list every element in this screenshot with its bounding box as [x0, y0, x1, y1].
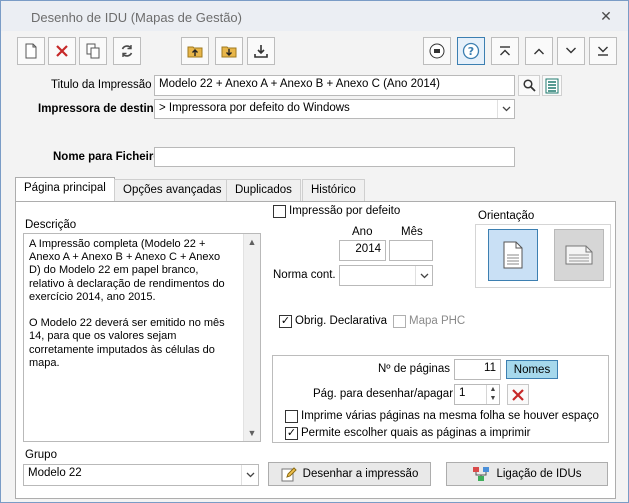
permite-escolher-label: Permite escolher quais as páginas a impr…: [301, 427, 531, 439]
titulo-label: Titulo da Impressão: [51, 79, 152, 91]
search-icon: [522, 79, 536, 92]
obrig-declarativa-checkbox[interactable]: ✓: [279, 315, 292, 328]
mapa-phc-label: Mapa PHC: [409, 315, 466, 327]
descricao-label: Descrição: [25, 219, 77, 231]
mapa-phc-checkbox[interactable]: [393, 315, 406, 328]
chevron-down-icon: [415, 266, 432, 285]
tab-historico[interactable]: Histórico: [302, 179, 365, 201]
imprime-varias-label: Imprime várias páginas na mesma folha se…: [301, 410, 599, 422]
norma-select[interactable]: [339, 265, 433, 286]
descricao-text: A Impressão completa (Modelo 22 + Anexo …: [29, 238, 225, 369]
ficheiro-label: Nome para Ficheiro: [53, 151, 161, 163]
ano-label: Ano: [352, 226, 373, 238]
tab-duplicados[interactable]: Duplicados: [226, 179, 301, 201]
next-record-button[interactable]: [557, 37, 585, 65]
delete-icon: [512, 388, 524, 401]
ligacao-label: Ligação de IDUs: [496, 468, 582, 480]
tab-pagina-principal[interactable]: Página principal: [15, 177, 115, 202]
impressao-defeito-checkbox[interactable]: [273, 205, 286, 218]
upload-icon: [187, 46, 203, 58]
new-document-button[interactable]: [17, 37, 45, 65]
obrig-declarativa-label: Obrig. Declarativa: [295, 315, 388, 327]
impressao-defeito-label: Impressão por defeito: [289, 205, 401, 217]
spin-down-icon[interactable]: ▼: [490, 395, 497, 402]
norma-label: Norma cont.: [273, 269, 336, 281]
mes-label: Mês: [401, 226, 423, 238]
refresh-button[interactable]: [113, 37, 141, 65]
upload-button[interactable]: [181, 37, 209, 65]
impressora-value: > Impressora por defeito do Windows: [159, 102, 350, 114]
clear-page-button[interactable]: [507, 384, 529, 405]
chevron-down-icon: [497, 100, 514, 118]
next-icon: [566, 47, 576, 54]
grupo-label: Grupo: [25, 449, 57, 461]
last-icon: [598, 46, 608, 56]
refresh-icon: [121, 45, 133, 57]
ligacao-button[interactable]: Ligação de IDUs: [446, 462, 608, 486]
mes-input[interactable]: [389, 240, 433, 261]
svg-text:?: ?: [468, 45, 474, 58]
help-button[interactable]: ?: [457, 37, 485, 65]
list-icon: [545, 78, 559, 93]
chevron-down-icon: [241, 465, 258, 485]
download-button[interactable]: [247, 37, 275, 65]
scroll-up-icon[interactable]: ▲: [244, 234, 260, 250]
titulo-input[interactable]: Modelo 22 + Anexo A + Anexo B + Anexo C …: [154, 75, 515, 96]
previous-icon: [534, 48, 544, 55]
download-icon: [254, 45, 268, 58]
descricao-scrollbar[interactable]: ▲ ▼: [243, 234, 260, 441]
delete-icon: [56, 45, 68, 57]
grupo-select[interactable]: Modelo 22: [23, 464, 259, 486]
window-title: Desenho de IDU (Mapas de Gestão): [31, 10, 242, 25]
ficheiro-input[interactable]: [154, 147, 515, 167]
desenhar-label: Desenhar a impressão: [302, 468, 419, 480]
new-document-icon: [25, 43, 37, 59]
impressora-label: Impressora de destino: [38, 103, 161, 115]
portrait-option[interactable]: [488, 229, 538, 281]
pag-desenhar-input[interactable]: 1 ▲ ▼: [454, 384, 500, 405]
title-bar: Desenho de IDU (Mapas de Gestão) ✕: [1, 1, 628, 31]
n-paginas-input[interactable]: 11: [454, 359, 501, 380]
portrait-page-icon: [503, 241, 523, 269]
first-icon: [500, 46, 510, 56]
pag-desenhar-value: 1: [459, 387, 466, 399]
n-paginas-label: Nº de páginas: [378, 363, 450, 375]
pag-desenhar-label: Pág. para desenhar/apagar: [313, 388, 454, 400]
nomes-button[interactable]: Nomes: [506, 360, 558, 379]
ano-input[interactable]: 2014: [339, 240, 386, 261]
network-icon: [473, 467, 490, 481]
window: Desenho de IDU (Mapas de Gestão) ✕ ? Tit…: [0, 0, 629, 503]
last-record-button[interactable]: [589, 37, 617, 65]
previous-record-button[interactable]: [525, 37, 553, 65]
delete-button[interactable]: [48, 37, 76, 65]
landscape-page-icon: [565, 245, 593, 265]
download-folder-button[interactable]: [215, 37, 243, 65]
tab-opcoes-avancadas[interactable]: Opções avançadas: [114, 179, 231, 201]
copy-button[interactable]: [79, 37, 107, 65]
printer-icon: [429, 43, 445, 59]
imprime-varias-checkbox[interactable]: [285, 410, 298, 423]
printer-button[interactable]: [423, 37, 451, 65]
list-button[interactable]: [542, 75, 562, 96]
spinner[interactable]: ▲ ▼: [486, 385, 499, 404]
help-icon: ?: [462, 42, 480, 60]
orientacao-label: Orientação: [478, 210, 535, 222]
scroll-down-icon[interactable]: ▼: [244, 425, 260, 441]
first-record-button[interactable]: [491, 37, 519, 65]
landscape-option[interactable]: [554, 229, 604, 281]
impressora-select[interactable]: > Impressora por defeito do Windows: [154, 99, 515, 119]
permite-escolher-checkbox[interactable]: ✓: [285, 427, 298, 440]
desenhar-button[interactable]: Desenhar a impressão: [268, 462, 431, 486]
search-button[interactable]: [518, 75, 540, 96]
pencil-icon: [281, 467, 297, 482]
download-folder-icon: [221, 46, 237, 58]
close-window-button[interactable]: ✕: [598, 9, 614, 23]
grupo-value: Modelo 22: [28, 467, 82, 479]
copy-icon: [86, 43, 100, 59]
spin-up-icon[interactable]: ▲: [490, 386, 497, 393]
descricao-textarea[interactable]: A Impressão completa (Modelo 22 + Anexo …: [23, 233, 261, 442]
